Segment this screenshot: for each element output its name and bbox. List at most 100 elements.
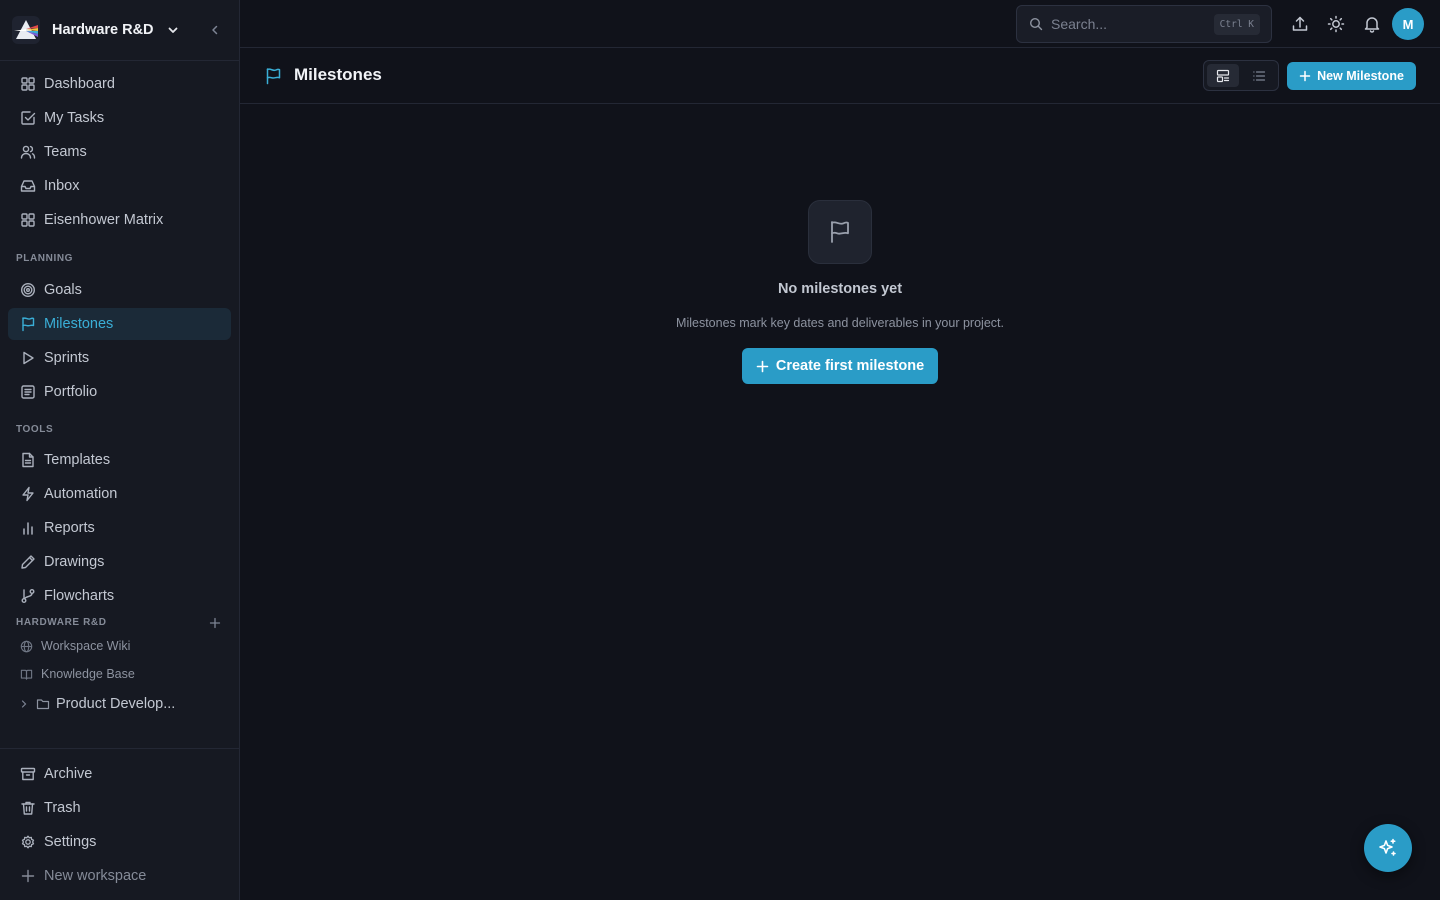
sidebar-link-label: Knowledge Base [41, 667, 135, 681]
workspace-header: Hardware R&D [0, 0, 239, 61]
grid-icon [21, 213, 35, 227]
chevron-down-icon[interactable] [167, 24, 179, 36]
sidebar-item-label: Milestones [44, 316, 114, 332]
search-shortcut-badge: Ctrl K [1213, 14, 1260, 35]
sidebar-item-label: Trash [44, 800, 81, 816]
sidebar-item-trash[interactable]: Trash [8, 792, 231, 824]
sidebar-link-knowledge-base[interactable]: Knowledge Base [8, 662, 231, 686]
sidebar-item-goals[interactable]: Goals [8, 274, 231, 306]
search-icon [1029, 17, 1043, 31]
users-icon [20, 145, 36, 159]
sidebar-item-reports[interactable]: Reports [8, 512, 231, 544]
section-label-tools: TOOLS [16, 424, 54, 435]
sidebar-item-label: Automation [44, 486, 118, 502]
chevron-right-icon[interactable] [20, 699, 28, 709]
sidebar-item-portfolio[interactable]: Portfolio [8, 376, 231, 408]
bolt-icon [22, 486, 34, 502]
workspace-logo-icon[interactable] [12, 16, 40, 44]
sidebar-item-label: Flowcharts [44, 588, 115, 604]
ai-assistant-button[interactable] [1364, 824, 1412, 872]
archive-icon [20, 767, 36, 781]
gear-icon [21, 835, 35, 849]
sidebar-folder-product-development[interactable]: Product Develop... [8, 690, 231, 718]
sidebar-item-drawings[interactable]: Drawings [8, 546, 231, 578]
list-icon [1253, 70, 1266, 81]
flag-icon [831, 221, 849, 243]
sidebar-item-settings[interactable]: Settings [8, 826, 231, 858]
empty-state-title: No milestones yet [777, 281, 903, 297]
sidebar-item-label: Eisenhower Matrix [44, 212, 164, 228]
play-icon [23, 351, 34, 365]
empty-state-description: Milestones mark key dates and deliverabl… [676, 316, 1004, 330]
sidebar-item-label: Drawings [44, 554, 105, 570]
plus-icon [21, 869, 35, 883]
flag-icon [22, 317, 35, 332]
new-workspace-button[interactable]: New workspace [8, 860, 231, 892]
card-view-icon [1216, 69, 1230, 82]
new-milestone-button[interactable]: New Milestone [1287, 62, 1416, 90]
sidebar-item-automation[interactable]: Automation [8, 478, 231, 510]
search-input[interactable]: Search... Ctrl K [1016, 5, 1272, 43]
top-bar: Search... Ctrl K M [240, 0, 1440, 48]
sidebar-item-label: Portfolio [44, 384, 98, 400]
sidebar-item-label: Goals [44, 282, 82, 298]
folder-icon [36, 699, 50, 710]
sidebar-item-label: Dashboard [44, 76, 115, 92]
portfolio-icon [21, 385, 35, 399]
create-first-milestone-button[interactable]: Create first milestone [742, 348, 938, 384]
new-workspace-label: New workspace [44, 868, 147, 884]
page-title: Milestones [294, 65, 382, 84]
sidebar-item-milestones[interactable]: Milestones [8, 308, 231, 340]
avatar[interactable]: M [1392, 8, 1424, 40]
sidebar-item-teams[interactable]: Teams [8, 136, 231, 168]
workspace-name[interactable]: Hardware R&D [52, 22, 154, 38]
bell-icon[interactable] [1362, 14, 1382, 34]
empty-state-flag-icon [808, 200, 872, 264]
sidebar-item-label: Reports [44, 520, 95, 536]
sidebar-item-label: Sprints [44, 350, 90, 366]
sidebar-item-sprints[interactable]: Sprints [8, 342, 231, 374]
add-page-icon[interactable] [209, 617, 221, 629]
sidebar-item-label: Teams [44, 144, 87, 160]
sidebar-item-label: Settings [44, 834, 97, 850]
upload-icon[interactable] [1290, 14, 1310, 34]
sun-icon[interactable] [1326, 14, 1346, 34]
sidebar-item-archive[interactable]: Archive [8, 758, 231, 790]
sidebar-item-my-tasks[interactable]: My Tasks [8, 102, 231, 134]
page-header: Milestones New Milestone [240, 48, 1440, 104]
plus-icon [1299, 70, 1311, 82]
section-label-workspace: HARDWARE R&D [16, 617, 107, 628]
sidebar-item-eisenhower-matrix[interactable]: Eisenhower Matrix [8, 204, 231, 236]
new-milestone-label: New Milestone [1317, 69, 1404, 83]
grid-icon [21, 77, 35, 91]
target-icon [20, 282, 36, 298]
collapse-sidebar-icon[interactable] [209, 24, 221, 36]
pen-icon [21, 555, 35, 569]
list-view-button[interactable] [1243, 64, 1275, 87]
sidebar-item-label: Inbox [44, 178, 80, 194]
flag-icon [266, 68, 281, 85]
file-icon [22, 452, 34, 468]
sidebar-link-workspace-wiki[interactable]: Workspace Wiki [8, 634, 231, 658]
trash-icon [21, 801, 35, 815]
sidebar-link-label: Workspace Wiki [41, 639, 131, 653]
card-view-button[interactable] [1207, 64, 1239, 87]
search-placeholder: Search... [1051, 16, 1108, 32]
sidebar-item-inbox[interactable]: Inbox [8, 170, 231, 202]
view-toggle [1203, 60, 1279, 91]
sidebar: Hardware R&D Dashboard My Tasks Teams In… [0, 0, 240, 900]
branch-icon [21, 589, 35, 603]
bar-chart-icon [23, 522, 33, 535]
sidebar-item-flowcharts[interactable]: Flowcharts [8, 580, 231, 612]
sidebar-item-label: My Tasks [44, 110, 105, 126]
book-icon [20, 669, 33, 680]
sidebar-item-templates[interactable]: Templates [8, 444, 231, 476]
sidebar-folder-label: Product Develop... [56, 696, 176, 712]
checkbox-icon [21, 111, 36, 125]
globe-icon [20, 640, 33, 652]
section-label-planning: PLANNING [16, 253, 74, 264]
plus-icon [756, 360, 769, 372]
sparkles-icon [1379, 838, 1396, 856]
inbox-icon [20, 180, 36, 192]
sidebar-item-dashboard[interactable]: Dashboard [8, 68, 231, 100]
